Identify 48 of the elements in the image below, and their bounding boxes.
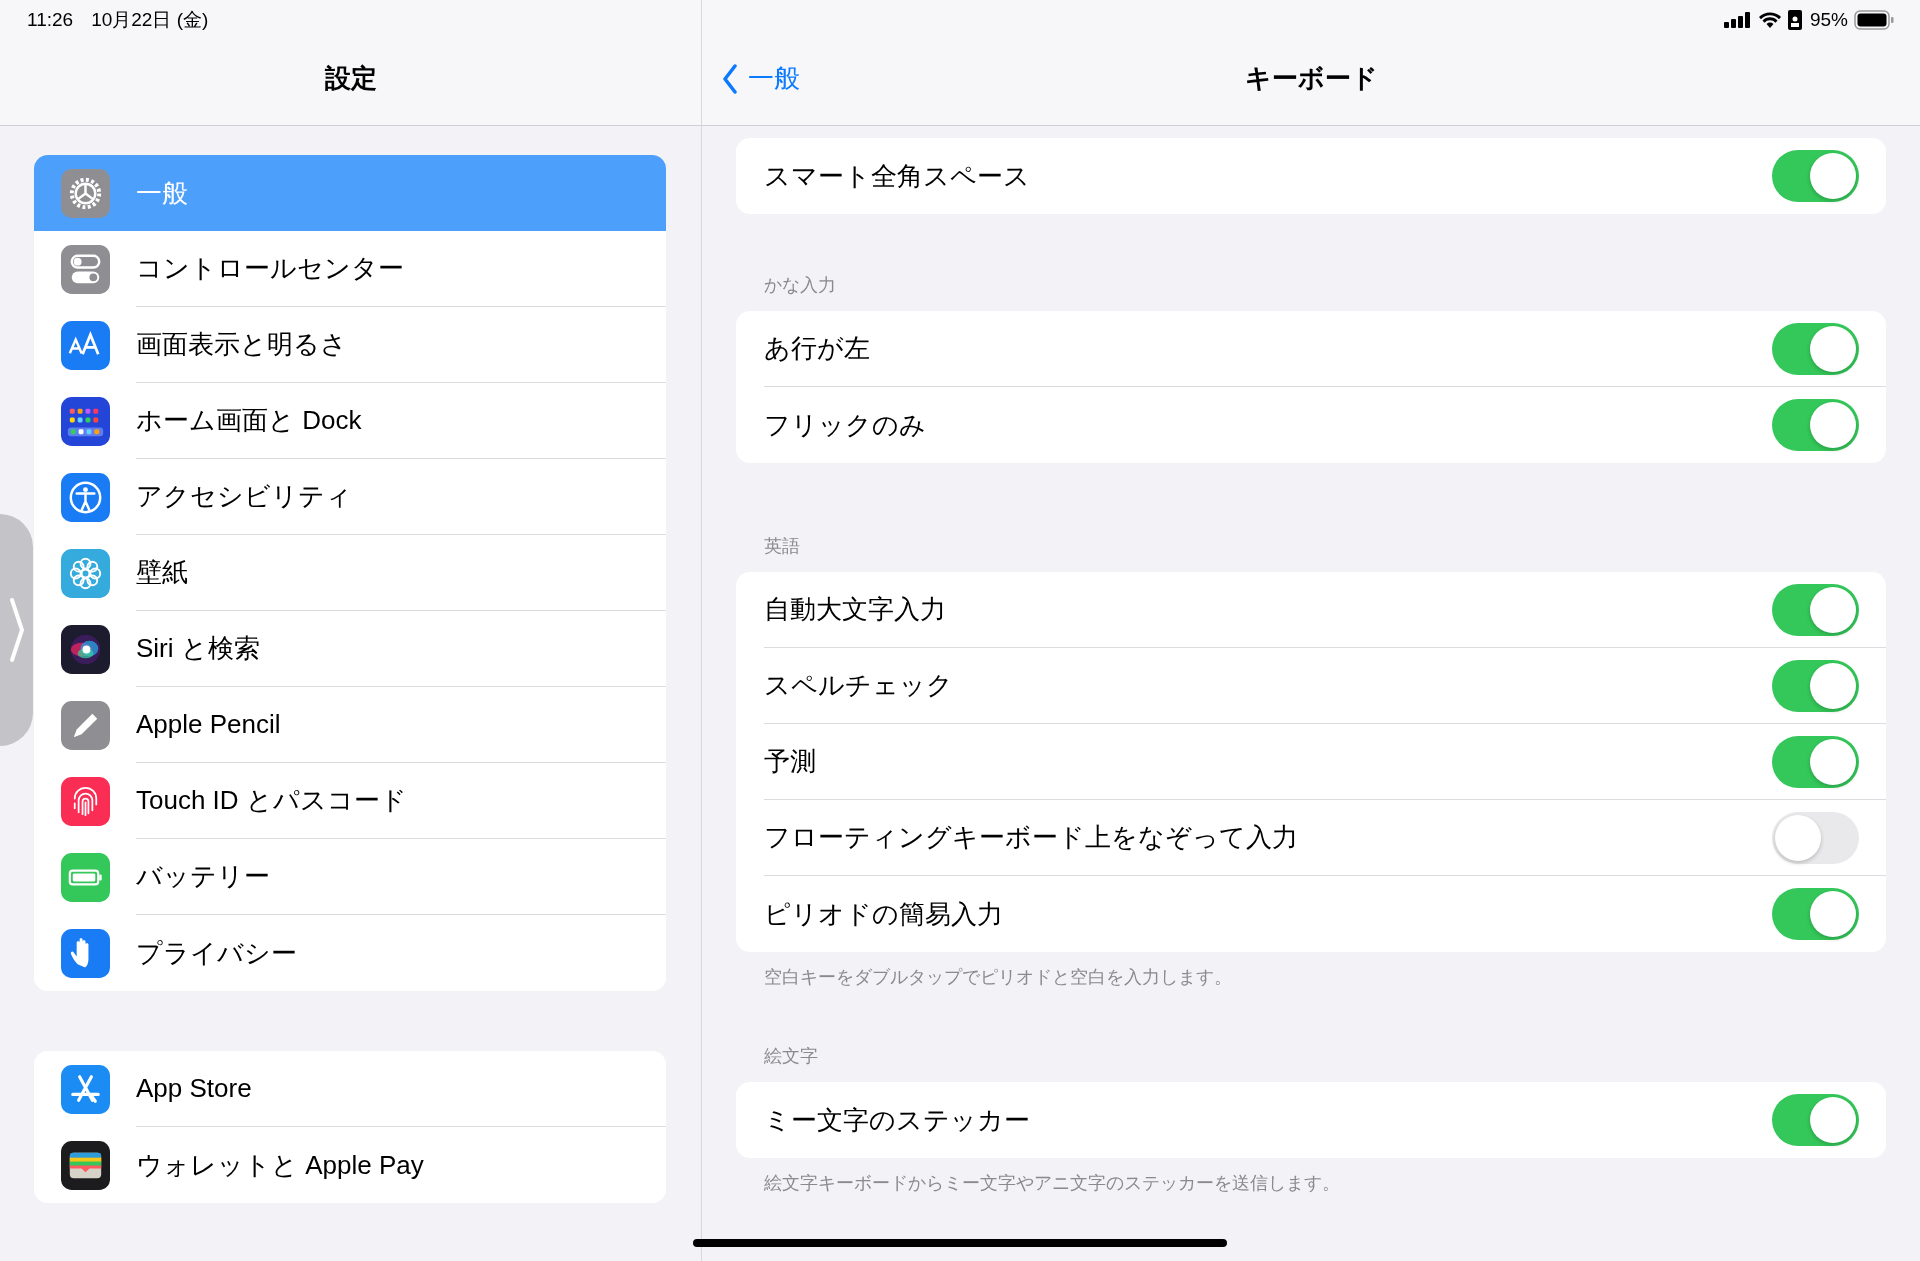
setting-label: 自動大文字入力 [764, 593, 946, 626]
toggle-switch[interactable] [1772, 888, 1859, 940]
flower-icon [61, 548, 110, 598]
wallet-icon [61, 1140, 110, 1190]
battery-icon [61, 852, 110, 902]
section-header: 英語 [764, 536, 800, 556]
back-button[interactable]: 一般 [722, 59, 800, 98]
toggle-switch[interactable] [1772, 811, 1859, 864]
app-store-icon [61, 1064, 110, 1114]
accessibility-icon [61, 472, 110, 522]
page-title: キーボード [1244, 62, 1378, 95]
chevron-left-icon [722, 63, 738, 94]
setting-label: あ行が左 [764, 332, 870, 365]
setting-label: 予測 [764, 745, 816, 778]
toggle-switch[interactable] [1772, 1094, 1859, 1146]
battery-percentage: 95% [1809, 7, 1848, 32]
toggle-switch[interactable] [1772, 735, 1859, 788]
setting-label: ピリオドの簡易入力 [764, 897, 1003, 931]
text-size-icon [61, 320, 110, 370]
toggle-switch[interactable] [1772, 322, 1859, 375]
toggle-switch[interactable] [1772, 659, 1859, 712]
sidebar-title: 設定 [324, 62, 377, 95]
setting-label: フローティングキーボード上をなぞって入力 [764, 821, 1298, 854]
toggles-icon [61, 244, 110, 294]
pencil-icon [61, 700, 110, 750]
section-footer: 空白キーをダブルタップでピリオドと空白を入力します。 [764, 967, 1232, 987]
hand-icon [61, 928, 110, 978]
toggle-switch[interactable] [1772, 583, 1859, 636]
section-header: 絵文字 [764, 1046, 818, 1066]
orb-icon [61, 624, 110, 674]
gear-icon [61, 168, 110, 218]
chevron-right-icon [8, 597, 25, 663]
setting-label: スペルチェック [764, 669, 953, 702]
setting-label: スマート全角スペース [764, 159, 1030, 193]
setting-label: フリックのみ [764, 408, 926, 442]
fingerprint-icon [61, 776, 110, 826]
lock-orientation-icon [1787, 10, 1802, 30]
toggle-switch[interactable] [1772, 399, 1859, 451]
wifi-icon [1757, 11, 1782, 29]
section-footer: 絵文字キーボードからミー文字やアニ文字のステッカーを送信します。 [764, 1173, 1340, 1193]
signal-icon [1723, 12, 1752, 28]
status-time: 11:26 [27, 7, 74, 32]
toggle-switch[interactable] [1772, 150, 1859, 202]
app-grid-icon [61, 396, 110, 446]
battery-icon [1854, 10, 1894, 30]
status-date: 10月22日 (金) [91, 7, 209, 32]
section-header: かな入力 [764, 275, 836, 295]
setting-label: ミー文字のステッカー [764, 1103, 1030, 1137]
